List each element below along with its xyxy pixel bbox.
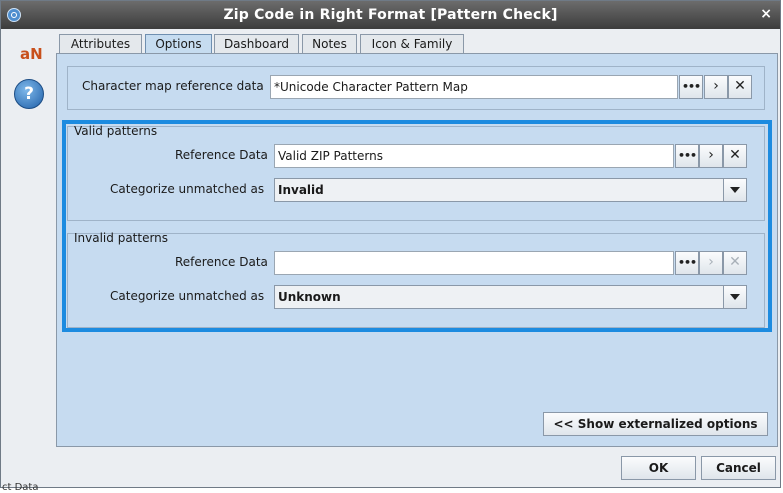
- window-title: Zip Code in Right Format [Pattern Check]: [223, 7, 558, 23]
- invalid-ref-navigate-button: ›: [699, 251, 723, 275]
- valid-ref-field[interactable]: Valid ZIP Patterns: [274, 144, 674, 168]
- invalid-unmatched-value: Unknown: [278, 290, 341, 304]
- char-map-field[interactable]: *Unicode Character Pattern Map: [270, 75, 678, 99]
- invalid-unmatched-select[interactable]: Unknown: [274, 285, 747, 309]
- valid-patterns-group: Valid patterns: [67, 124, 765, 221]
- cancel-button[interactable]: Cancel: [701, 456, 776, 480]
- close-icon[interactable]: ×: [760, 6, 772, 22]
- processor-logo: aN: [20, 45, 43, 63]
- tab-attributes[interactable]: Attributes: [59, 34, 142, 53]
- tab-notes[interactable]: Notes: [302, 34, 357, 53]
- invalid-patterns-title: Invalid patterns: [74, 231, 169, 245]
- valid-ref-navigate-button[interactable]: ›: [699, 144, 723, 168]
- valid-unmatched-select[interactable]: Invalid: [274, 178, 747, 202]
- char-map-label: Character map reference data: [82, 79, 264, 93]
- char-map-navigate-button[interactable]: ›: [704, 75, 728, 99]
- tab-icon-family[interactable]: Icon & Family: [360, 34, 464, 53]
- invalid-ref-label: Reference Data: [175, 255, 268, 269]
- show-externalized-options-button[interactable]: << Show externalized options: [543, 412, 768, 436]
- invalid-ref-field[interactable]: [274, 251, 674, 275]
- invalid-unmatched-label: Categorize unmatched as: [110, 289, 265, 303]
- chevron-down-icon[interactable]: [723, 286, 746, 308]
- pattern-check-dialog: Zip Code in Right Format [Pattern Check]…: [0, 0, 781, 488]
- char-map-clear-button[interactable]: ✕: [728, 75, 752, 99]
- valid-patterns-title: Valid patterns: [74, 124, 158, 138]
- valid-unmatched-label: Categorize unmatched as: [110, 182, 265, 196]
- ok-button[interactable]: OK: [621, 456, 696, 480]
- chevron-down-icon[interactable]: [723, 179, 746, 201]
- valid-ref-browse-button[interactable]: •••: [675, 144, 699, 168]
- title-bar[interactable]: Zip Code in Right Format [Pattern Check]…: [1, 1, 780, 29]
- help-icon[interactable]: ?: [14, 79, 44, 109]
- options-panel: Character map reference data *Unicode Ch…: [56, 53, 778, 447]
- invalid-ref-clear-button: ✕: [723, 251, 747, 275]
- char-map-browse-button[interactable]: •••: [679, 75, 703, 99]
- tab-options[interactable]: Options: [145, 34, 212, 54]
- tab-dashboard[interactable]: Dashboard: [214, 34, 299, 53]
- invalid-patterns-group: Invalid patterns: [67, 231, 765, 328]
- background-text-fragment: ct Data: [2, 482, 39, 493]
- invalid-ref-browse-button[interactable]: •••: [675, 251, 699, 275]
- valid-ref-clear-button[interactable]: ✕: [723, 144, 747, 168]
- valid-unmatched-value: Invalid: [278, 183, 324, 197]
- valid-ref-label: Reference Data: [175, 148, 268, 162]
